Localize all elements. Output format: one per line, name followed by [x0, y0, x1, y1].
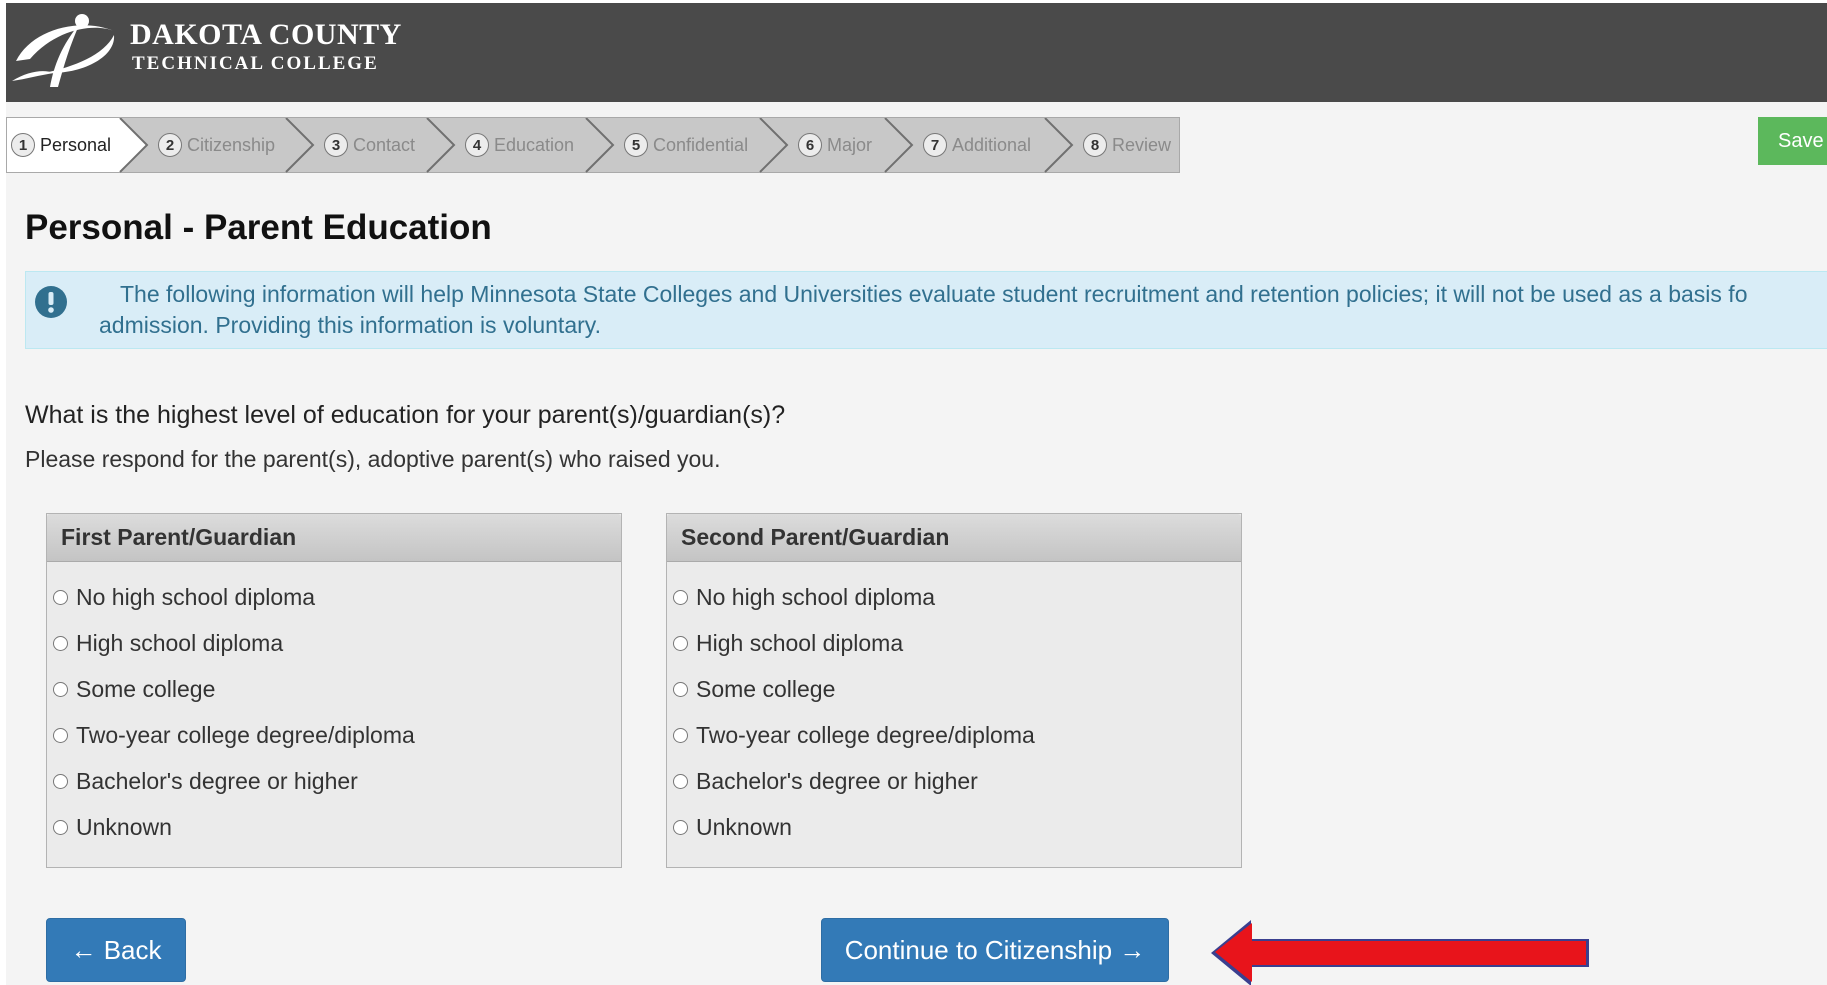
radio-button[interactable] — [673, 681, 688, 697]
info-alert: The following information will help Minn… — [25, 271, 1827, 349]
radio-button[interactable] — [673, 635, 688, 651]
step-label: Confidential — [653, 134, 749, 155]
back-button[interactable]: ← Back — [46, 918, 186, 982]
step-number: 7 — [923, 133, 947, 157]
radio-option[interactable]: Unknown — [53, 812, 172, 842]
option-label: Bachelor's degree or higher — [76, 767, 358, 794]
radio-button[interactable] — [53, 727, 68, 743]
question-text: What is the highest level of education f… — [25, 401, 786, 429]
panel-title: First Parent/Guardian — [47, 514, 621, 562]
step-personal[interactable]: 1 Personal — [11, 118, 111, 172]
radio-button[interactable] — [53, 681, 68, 697]
info-text-line2: admission. Providing this information is… — [99, 312, 601, 338]
option-label: High school diploma — [696, 629, 904, 656]
step-contact[interactable]: 3 Contact — [324, 118, 415, 172]
radio-option[interactable]: Some college — [673, 674, 835, 704]
option-label: No high school diploma — [76, 583, 316, 610]
option-label: Two-year college degree/diploma — [696, 721, 1035, 748]
radio-button[interactable] — [53, 589, 68, 605]
radio-option[interactable]: Bachelor's degree or higher — [53, 766, 358, 796]
radio-option[interactable]: High school diploma — [673, 628, 903, 658]
step-label: Contact — [353, 134, 416, 155]
radio-option[interactable]: High school diploma — [53, 628, 283, 658]
radio-option[interactable]: No high school diploma — [673, 582, 935, 612]
option-label: Unknown — [696, 813, 792, 840]
step-navigation: 1 Personal 2 Citizenship 3 Contact 4 Edu… — [6, 117, 1180, 173]
radio-button[interactable] — [673, 727, 688, 743]
save-button[interactable]: Save — [1758, 117, 1827, 165]
option-label: Some college — [696, 675, 836, 702]
radio-option[interactable]: Two-year college degree/diploma — [53, 720, 415, 750]
step-number: 6 — [798, 133, 822, 157]
radio-button[interactable] — [673, 589, 688, 605]
step-citizenship[interactable]: 2 Citizenship — [158, 118, 275, 172]
radio-button[interactable] — [53, 773, 68, 789]
step-number: 2 — [158, 133, 182, 157]
option-label: Two-year college degree/diploma — [76, 721, 415, 748]
step-number: 3 — [324, 133, 348, 157]
red-arrow-annotation-icon — [1211, 920, 1589, 985]
continue-to-citizenship-button[interactable]: Continue to Citizenship → — [821, 918, 1169, 982]
step-label: Review — [1112, 134, 1172, 155]
step-additional[interactable]: 7 Additional — [923, 118, 1031, 172]
option-label: Some college — [76, 675, 216, 702]
page-title: Personal - Parent Education — [25, 208, 492, 247]
swoosh-logo-icon[interactable] — [10, 9, 122, 89]
step-number: 1 — [11, 133, 35, 157]
step-label: Education — [494, 134, 575, 155]
radio-option[interactable]: Two-year college degree/diploma — [673, 720, 1035, 750]
step-number: 8 — [1083, 133, 1107, 157]
option-label: No high school diploma — [696, 583, 936, 610]
step-education[interactable]: 4 Education — [465, 118, 574, 172]
step-number: 5 — [624, 133, 648, 157]
radio-button[interactable] — [673, 773, 688, 789]
radio-option[interactable]: Bachelor's degree or higher — [673, 766, 978, 796]
step-major[interactable]: 6 Major — [798, 118, 872, 172]
first-parent-panel: First Parent/Guardian No high school dip… — [46, 513, 622, 868]
step-label: Major — [827, 134, 873, 155]
option-label: Unknown — [76, 813, 172, 840]
option-label: High school diploma — [76, 629, 284, 656]
step-label: Personal — [40, 134, 112, 155]
radio-button[interactable] — [53, 819, 68, 835]
radio-option[interactable]: No high school diploma — [53, 582, 315, 612]
radio-option[interactable]: Some college — [53, 674, 215, 704]
page: DAKOTA COUNTY TECHNICAL COLLEGE 1 Person… — [6, 3, 1827, 985]
radio-button[interactable] — [53, 635, 68, 651]
college-name-line1: DAKOTA COUNTY — [130, 18, 402, 51]
info-text-line1: The following information will help Minn… — [120, 281, 1748, 307]
radio-button[interactable] — [673, 819, 688, 835]
college-name-line2: TECHNICAL COLLEGE — [132, 53, 379, 74]
option-label: Bachelor's degree or higher — [696, 767, 978, 794]
step-label: Citizenship — [187, 134, 276, 155]
step-review[interactable]: 8 Review — [1083, 118, 1171, 172]
step-label: Additional — [952, 134, 1032, 155]
site-header: DAKOTA COUNTY TECHNICAL COLLEGE — [6, 3, 1827, 102]
step-number: 4 — [465, 133, 489, 157]
step-confidential[interactable]: 5 Confidential — [624, 118, 748, 172]
panel-title: Second Parent/Guardian — [667, 514, 1241, 562]
question-help-text: Please respond for the parent(s), adopti… — [25, 446, 721, 472]
second-parent-panel: Second Parent/Guardian No high school di… — [666, 513, 1242, 868]
radio-option[interactable]: Unknown — [673, 812, 792, 842]
exclamation-circle-icon — [35, 286, 67, 318]
